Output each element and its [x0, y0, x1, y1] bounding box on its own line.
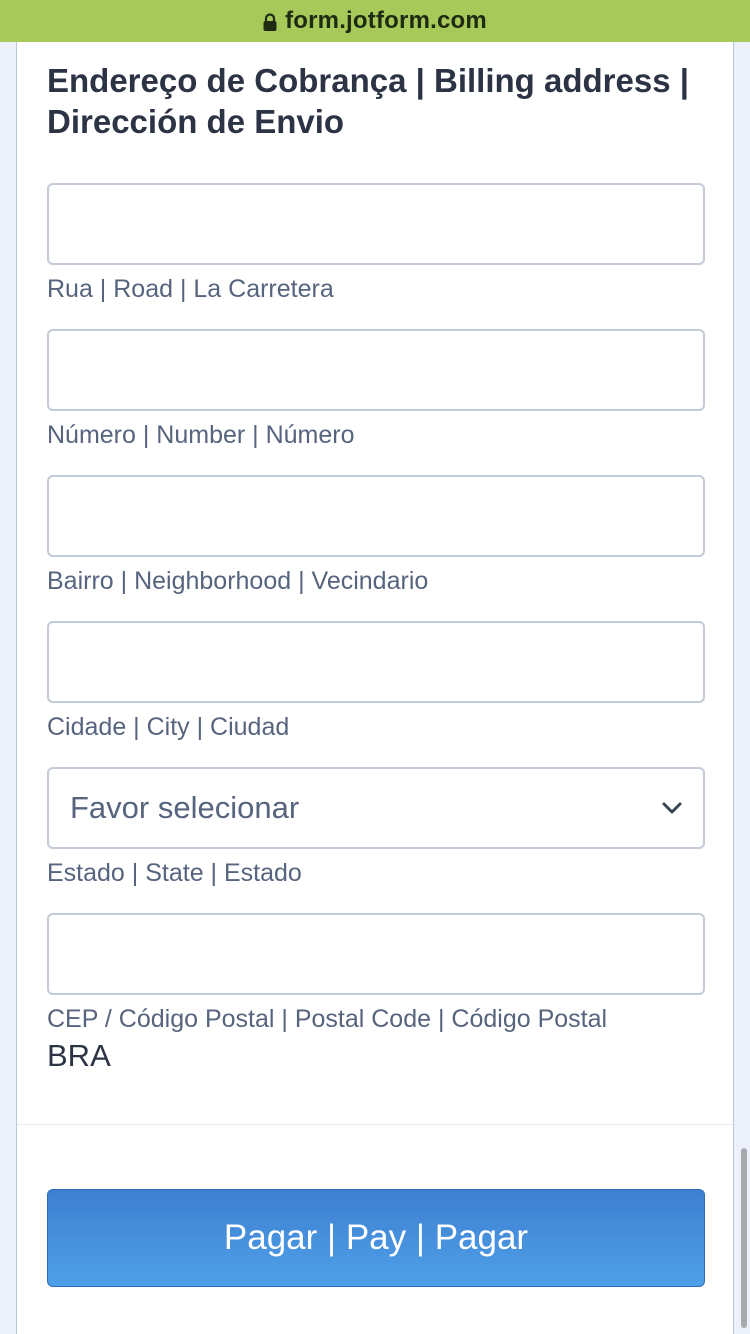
state-sublabel: Estado | State | Estado	[47, 859, 302, 887]
neighborhood-input-box[interactable]	[49, 477, 703, 555]
street-input-box[interactable]	[49, 185, 703, 263]
number-input-box[interactable]	[49, 331, 703, 409]
browser-url-bar[interactable]: form.jotform.com	[0, 0, 750, 42]
city-input-box[interactable]	[49, 623, 703, 701]
divider	[17, 1124, 733, 1125]
url-text: form.jotform.com	[285, 7, 487, 34]
postal-code-sublabel: CEP / Código Postal | Postal Code | Códi…	[47, 1005, 608, 1033]
lock-icon	[263, 13, 277, 31]
postal-code-input[interactable]	[47, 913, 705, 995]
city-sublabel: Cidade | City | Ciudad	[47, 713, 290, 741]
state-select-value: Favor selecionar	[70, 790, 300, 825]
section-title: Endereço de Cobrança | Billing address |…	[47, 62, 689, 140]
scrollbar[interactable]	[741, 1148, 747, 1328]
postal-code-input-box[interactable]	[49, 915, 703, 993]
neighborhood-input[interactable]	[47, 475, 705, 557]
neighborhood-sublabel: Bairro | Neighborhood | Vecindario	[47, 567, 429, 595]
street-input[interactable]	[47, 183, 705, 265]
form-card: Endereço de Cobrança | Billing address |…	[16, 42, 734, 1334]
chevron-down-icon	[661, 797, 683, 819]
number-input[interactable]	[47, 329, 705, 411]
state-select[interactable]: Favor selecionar	[47, 767, 705, 849]
country-code: BRA	[47, 1038, 111, 1073]
city-input[interactable]	[47, 621, 705, 703]
number-sublabel: Número | Number | Número	[47, 421, 355, 449]
street-sublabel: Rua | Road | La Carretera	[47, 275, 334, 303]
pay-button[interactable]: Pagar | Pay | Pagar	[47, 1189, 705, 1287]
